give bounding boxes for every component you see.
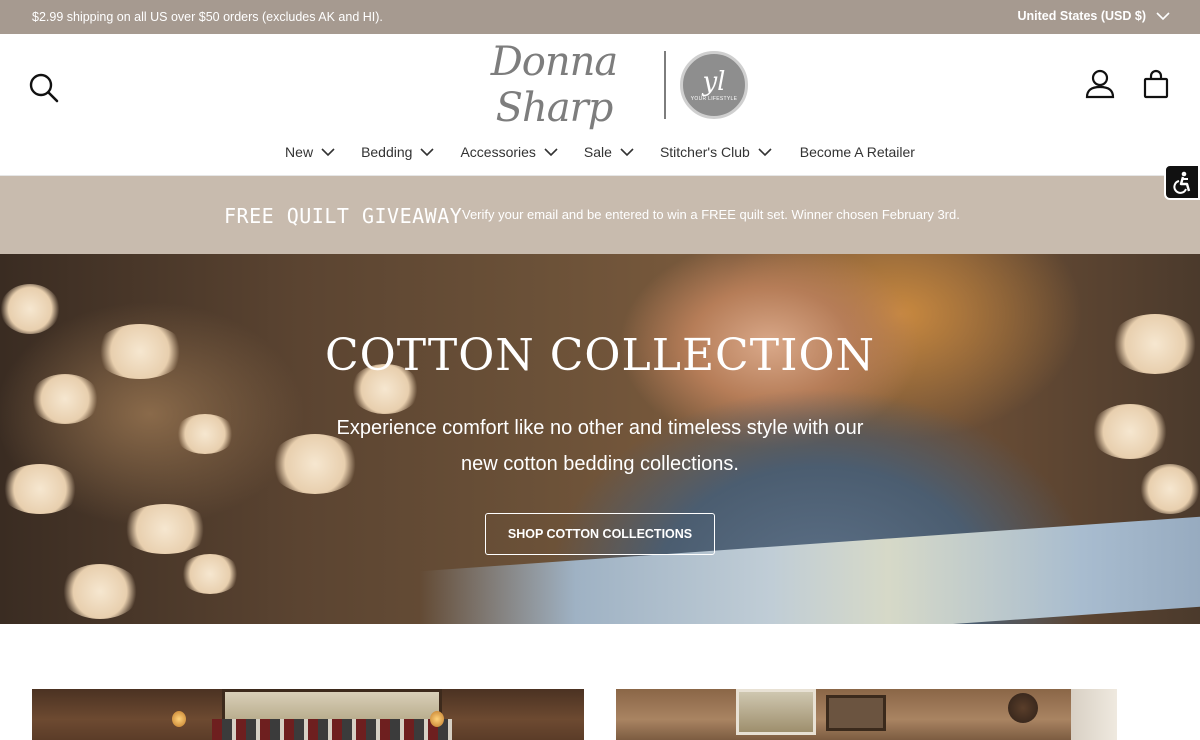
nav-item-become-retailer[interactable]: Become A Retailer — [800, 144, 915, 160]
chevron-down-icon — [620, 148, 634, 157]
shop-cotton-button[interactable]: SHOP COTTON COLLECTIONS — [485, 513, 715, 555]
hero-flower — [180, 554, 240, 594]
nav-label: Stitcher's Club — [659, 144, 750, 160]
logo-divider — [664, 51, 666, 119]
search-button[interactable] — [28, 72, 60, 104]
chevron-down-icon — [420, 148, 435, 157]
logo-badge-tagline: YOUR LIFESTYLE — [690, 95, 738, 102]
search-icon — [29, 73, 59, 103]
tile-lamp — [172, 711, 186, 727]
country-label: United States (USD $) — [1017, 9, 1147, 23]
announcement-bar: $2.99 shipping on all US over $50 orders… — [0, 0, 1200, 34]
nav-item-sale[interactable]: Sale — [584, 144, 634, 160]
nav-item-bedding[interactable]: Bedding — [361, 144, 435, 160]
site-logo[interactable]: Donna Sharp yl YOUR LIFESTYLE — [452, 39, 758, 131]
nav-item-new[interactable]: New — [285, 144, 335, 160]
hero-flower — [0, 284, 60, 334]
tile-picture-frame — [826, 695, 886, 731]
account-icon — [1085, 69, 1115, 99]
main-nav: New Bedding Accessories Sale Stitcher's … — [0, 144, 1200, 160]
logo-badge: yl YOUR LIFESTYLE — [680, 51, 748, 119]
nav-item-accessories[interactable]: Accessories — [460, 144, 558, 160]
collection-tile-cabin-bedroom[interactable] — [32, 689, 584, 740]
hero-flower — [175, 414, 235, 454]
nav-label: Accessories — [460, 144, 536, 160]
collection-tile-lodge-room[interactable] — [616, 689, 1117, 740]
hero-subtext: Experience comfort like no other and tim… — [336, 417, 864, 475]
nav-item-stitchers-club[interactable]: Stitcher's Club — [660, 144, 772, 160]
giveaway-title: FREE QUILT GIVEAWAY — [224, 204, 463, 228]
tile-window — [736, 689, 816, 735]
hero-flower — [60, 564, 140, 619]
tile-curtain — [1071, 689, 1117, 740]
chevron-down-icon — [1156, 12, 1170, 21]
hero-headline: COTTON COLLECTION — [324, 330, 876, 381]
hero-banner: COTTON COLLECTION Experience comfort lik… — [0, 254, 1200, 624]
tile-bed — [212, 719, 452, 740]
chevron-down-icon — [758, 148, 772, 157]
country-selector[interactable]: United States (USD $) — [1018, 9, 1171, 23]
cart-icon — [1143, 69, 1169, 99]
account-button[interactable] — [1084, 68, 1116, 100]
nav-label: Sale — [583, 144, 612, 160]
giveaway-text: Verify your email and be entered to win … — [462, 207, 960, 222]
accessibility-button[interactable] — [1164, 164, 1200, 200]
hero-flower — [120, 504, 210, 554]
hero-flower — [30, 374, 100, 424]
tile-lamp — [430, 711, 444, 727]
logo-wordmark: Donna Sharp — [490, 39, 619, 131]
tile-antler-mount — [1008, 693, 1038, 723]
chevron-down-icon — [544, 148, 558, 157]
nav-label: New — [285, 144, 314, 160]
giveaway-banner: FREE QUILT GIVEAWAY Verify your email an… — [0, 176, 1200, 254]
logo-badge-monogram: yl — [702, 66, 726, 97]
nav-label: Bedding — [361, 144, 413, 160]
cart-button[interactable] — [1140, 68, 1172, 100]
chevron-down-icon — [321, 148, 335, 157]
site-header: Donna Sharp yl YOUR LIFESTYLE New Beddin… — [0, 34, 1200, 200]
hero-flower — [1140, 464, 1200, 514]
hero-flower — [0, 464, 80, 514]
accessibility-icon — [1173, 171, 1191, 194]
shipping-message: $2.99 shipping on all US over $50 orders… — [32, 10, 383, 24]
nav-label: Become A Retailer — [799, 144, 915, 160]
hero-flower — [1090, 404, 1170, 459]
